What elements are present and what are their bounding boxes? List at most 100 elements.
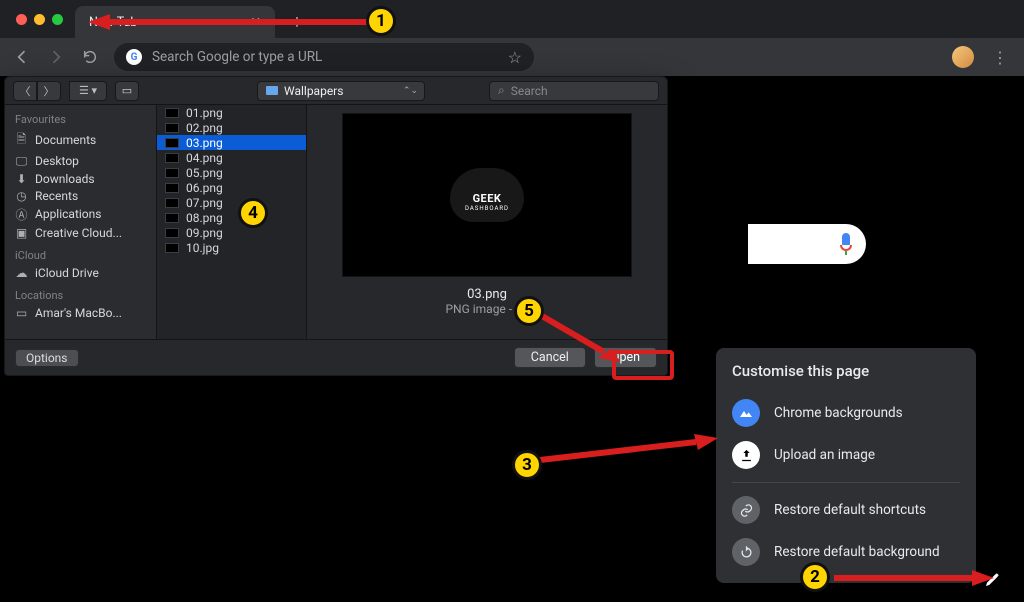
file-name: 06.png [186,181,223,195]
browser-toolbar: G Search Google or type a URL ☆ ⋮ [0,38,1024,76]
file-row[interactable]: 10.jpg [157,240,306,255]
file-row[interactable]: 07.png [157,195,306,210]
sidebar-item[interactable]: ☁ iCloud Drive [5,264,156,281]
sidebar-item-icon: ▭ [15,306,28,320]
sidebar-item-icon: 🖵 [15,154,28,169]
dialog-bottom-bar: Options Cancel Open [5,339,667,375]
window-controls [10,0,63,38]
profile-avatar[interactable] [952,46,974,68]
tab-strip: New Tab ✕ + [0,0,1024,38]
annotation-badge-3: 3 [512,450,542,480]
file-name: 08.png [186,211,223,225]
dialog-search-placeholder: Search [511,84,548,98]
file-open-dialog: 〈 〉 ☰ ▾ ▭ Wallpapers ⌃⌄ ⌕ Search Favouri… [4,76,668,376]
sidebar-item-label: iCloud Drive [35,266,99,280]
sidebar-item[interactable]: ▭Amar's MacBo... [5,304,156,321]
file-thumb-icon [165,228,179,238]
sidebar-item-label: Documents [35,133,96,147]
file-thumb-icon [165,138,179,148]
file-list[interactable]: 01.png02.png03.png04.png05.png06.png07.p… [157,105,307,339]
sidebar-item[interactable]: ⒶApplications [5,204,156,224]
file-thumb-icon [165,213,179,223]
file-row[interactable]: 04.png [157,150,306,165]
sidebar-item-icon: ◷ [15,189,28,203]
sidebar-item-icon: ⬇ [15,172,28,186]
browser-tab[interactable]: New Tab ✕ [75,6,275,38]
chrome-backgrounds-option[interactable]: Chrome backgrounds [732,392,960,434]
file-row[interactable]: 09.png [157,225,306,240]
file-thumb-icon [165,183,179,193]
location-popup[interactable]: Wallpapers ⌃⌄ [257,81,425,101]
preview-image: GEEKDASHBOARD [342,113,632,277]
minimize-window-button[interactable] [34,14,45,25]
customise-panel: Customise this page Chrome backgrounds U… [716,348,976,583]
file-thumb-icon [165,153,179,163]
file-row[interactable]: 06.png [157,180,306,195]
sidebar-item-icon: ▣ [15,226,28,240]
sidebar-item-label: Creative Cloud... [35,226,122,240]
dialog-forward-button[interactable]: 〉 [37,81,61,101]
voice-search-icon[interactable] [840,233,852,255]
cancel-button[interactable]: Cancel [514,347,586,368]
browser-menu-button[interactable]: ⋮ [988,48,1012,67]
omnibox-placeholder: Search Google or type a URL [152,49,498,65]
new-tab-button[interactable]: + [285,10,309,34]
file-name: 07.png [186,196,223,210]
preview-pane: GEEKDASHBOARD 03.png PNG image - 34 [307,105,667,339]
customise-title: Customise this page [732,362,960,380]
file-name: 10.jpg [186,241,219,255]
annotation-badge-2: 2 [800,562,830,592]
file-row[interactable]: 05.png [157,165,306,180]
mountain-icon [732,399,760,427]
file-row[interactable]: 02.png [157,120,306,135]
upload-icon [732,441,760,469]
file-thumb-icon [165,108,179,118]
sidebar-item-label: Applications [35,207,101,221]
google-favicon: G [126,49,142,65]
bookmark-star-icon[interactable]: ☆ [508,48,522,67]
close-window-button[interactable] [16,14,27,25]
group-button[interactable]: ▭ [115,81,139,101]
sidebar-item[interactable]: ⬇Downloads [5,170,156,187]
dialog-back-button[interactable]: 〈 [13,81,37,101]
sidebar-item-icon: ☁ [15,266,28,280]
file-thumb-icon [165,123,179,133]
file-thumb-icon [165,198,179,208]
file-row[interactable]: 08.png [157,210,306,225]
sidebar-item[interactable]: 🗎Documents [5,128,156,152]
customise-pencil-button[interactable] [984,570,1002,588]
dialog-sidebar: Favourites 🗎Documents🖵Desktop⬇Downloads◷… [5,105,157,339]
dialog-search-field[interactable]: ⌕ Search [489,81,659,101]
forward-button[interactable] [46,47,66,67]
file-name: 04.png [186,151,223,165]
updown-icon: ⌃⌄ [403,86,418,96]
restore-background-option[interactable]: Restore default background [732,531,960,573]
sidebar-header-locations: Locations [5,287,156,304]
file-name: 02.png [186,121,223,135]
view-segment[interactable]: ☰ ▾ [69,81,107,101]
view-columns-icon[interactable]: ☰ ▾ [69,81,107,101]
sidebar-item[interactable]: ▣ Creative Cloud... [5,224,156,241]
back-button[interactable] [12,47,32,67]
restore-shortcuts-option[interactable]: Restore default shortcuts [732,489,960,531]
ntp-search-fragment[interactable] [748,224,866,264]
file-row[interactable]: 01.png [157,105,306,120]
annotation-highlight-open [612,350,674,380]
file-name: 05.png [186,166,223,180]
file-name: 01.png [186,106,223,120]
file-row[interactable]: 03.png [157,135,306,150]
reload-button[interactable] [80,47,100,67]
sidebar-item[interactable]: ◷Recents [5,187,156,204]
tab-close-icon[interactable]: ✕ [251,14,261,30]
upload-image-option[interactable]: Upload an image [732,434,960,476]
tab-title: New Tab [89,15,137,30]
zoom-window-button[interactable] [52,14,63,25]
omnibox[interactable]: G Search Google or type a URL ☆ [114,43,534,71]
sidebar-item[interactable]: 🖵Desktop [5,152,156,170]
search-icon: ⌕ [498,83,505,98]
file-thumb-icon [165,243,179,253]
annotation-badge-5: 5 [514,296,544,326]
nav-segment: 〈 〉 [13,81,61,101]
options-button[interactable]: Options [15,349,79,367]
file-dialog-toolbar: 〈 〉 ☰ ▾ ▭ Wallpapers ⌃⌄ ⌕ Search [5,77,667,105]
